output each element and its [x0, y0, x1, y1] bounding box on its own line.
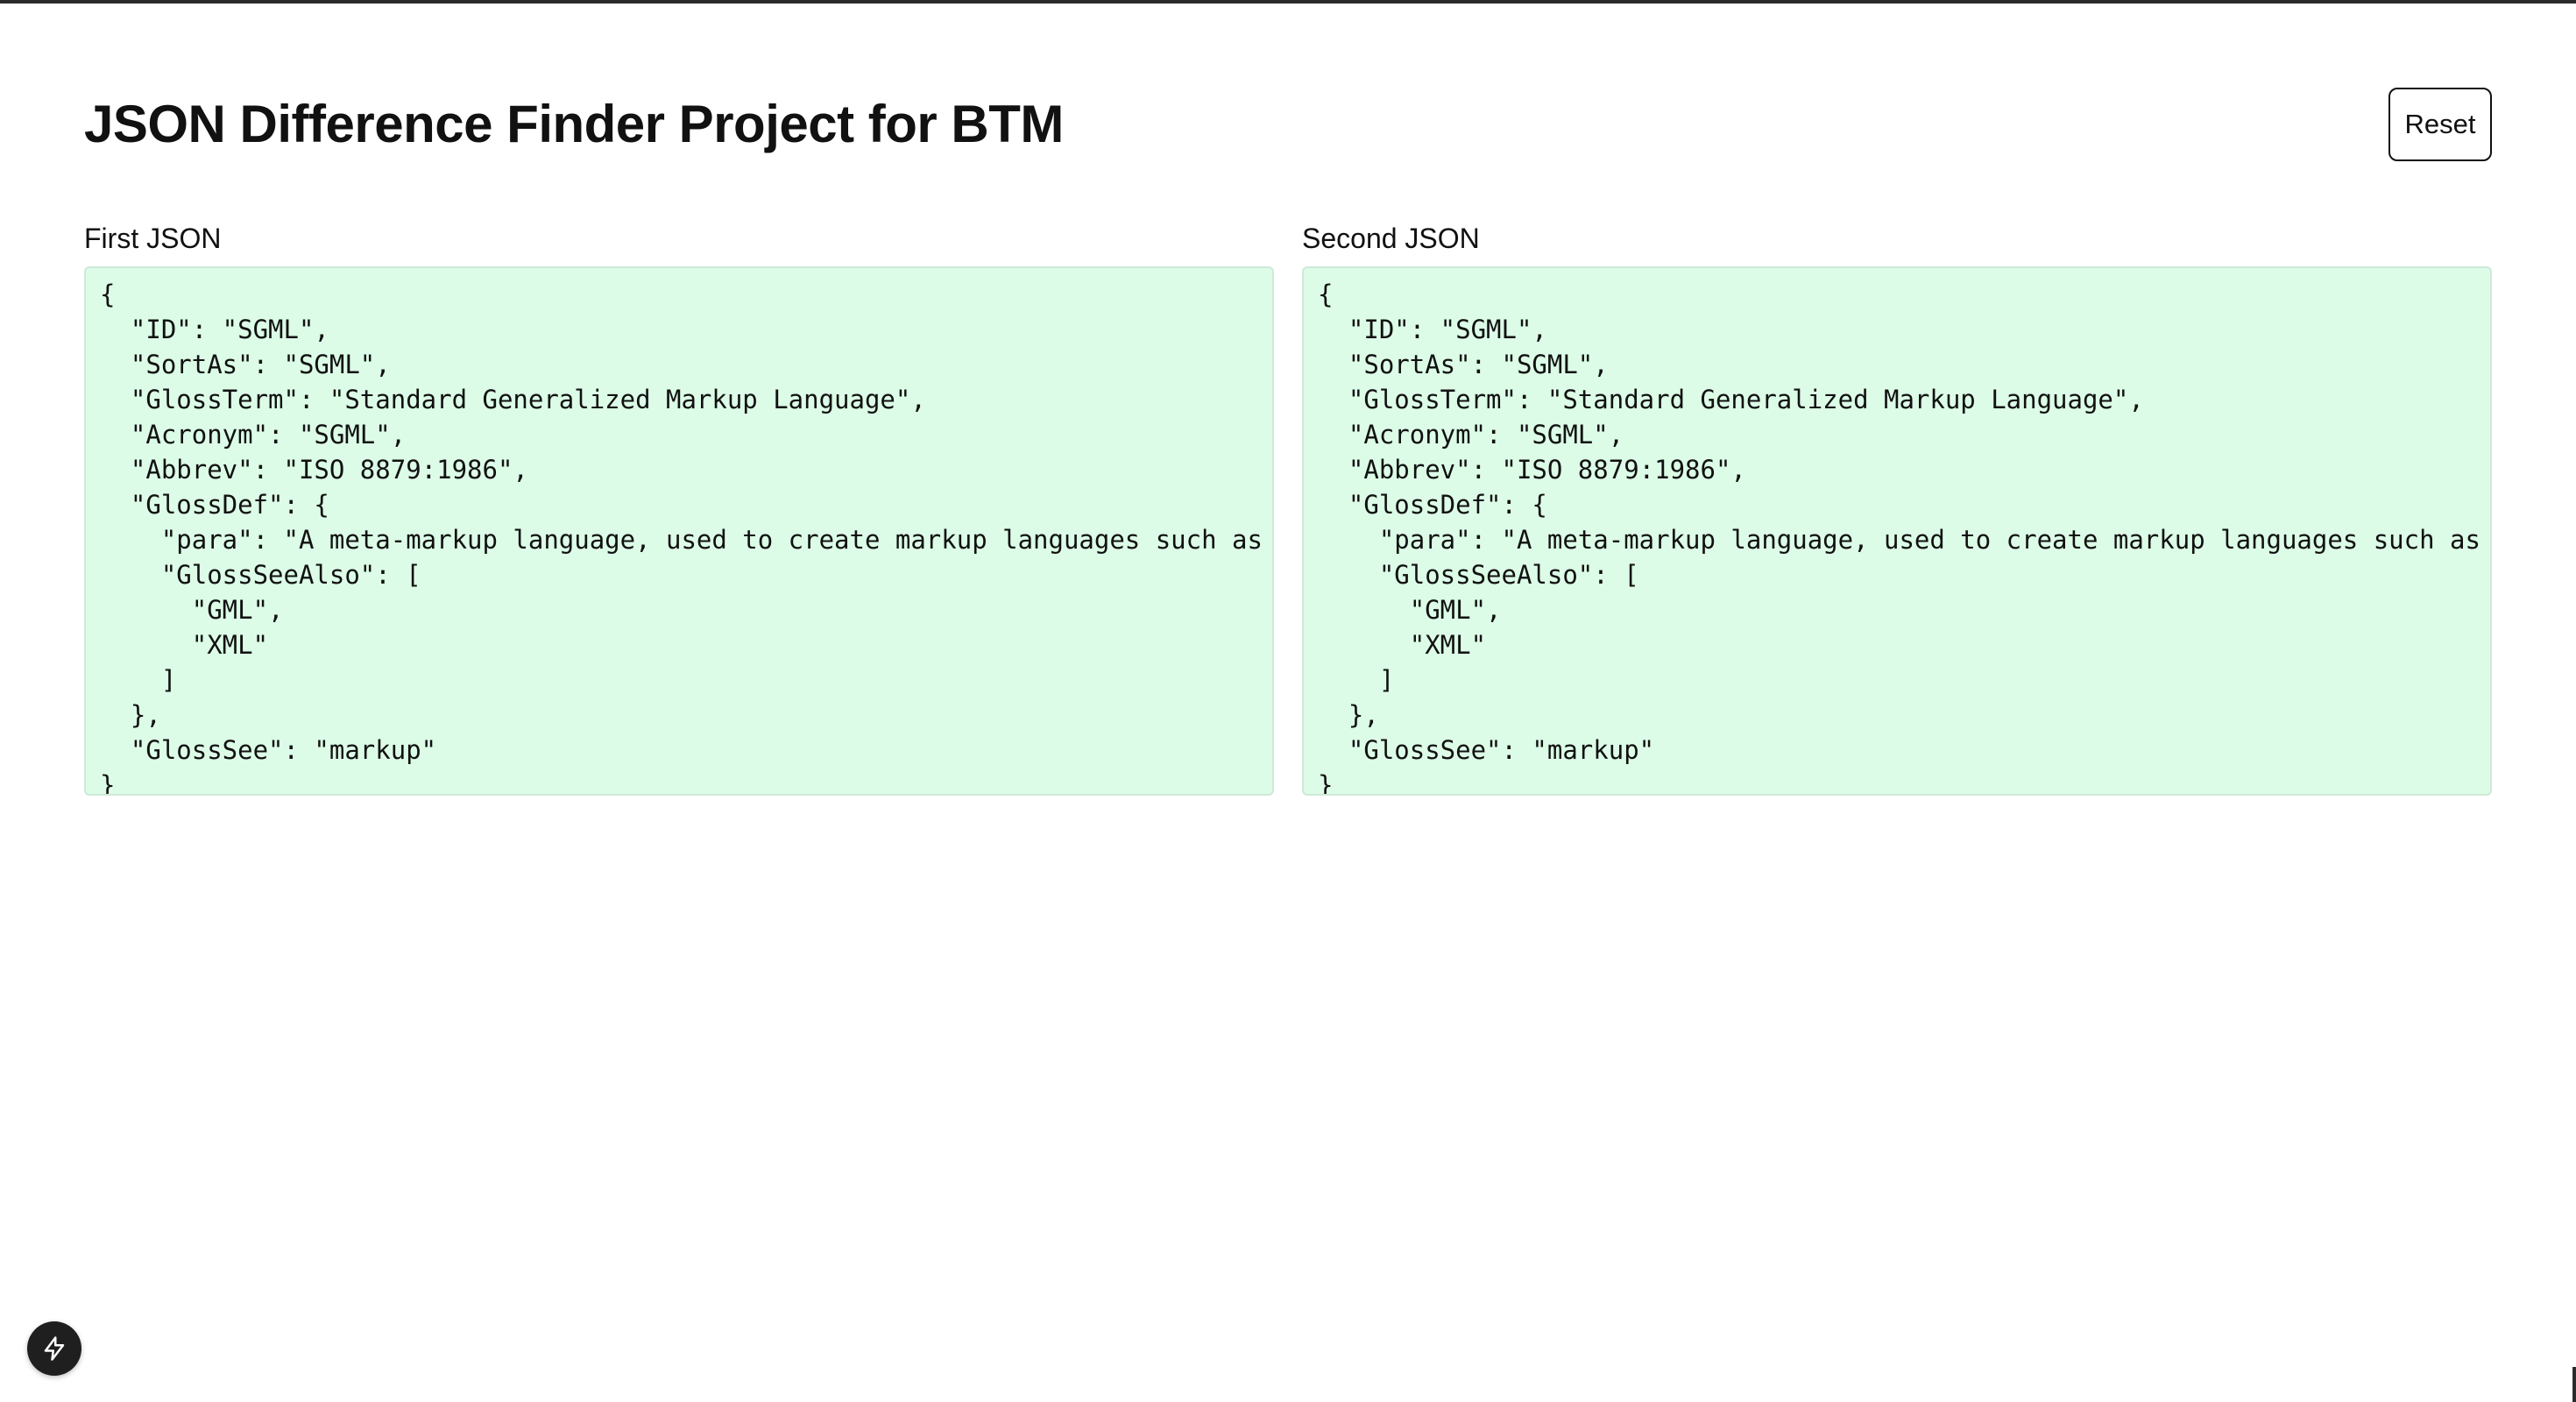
reset-button[interactable]: Reset: [2388, 88, 2492, 161]
json-panels: First JSON { "ID": "SGML", "SortAs": "SG…: [84, 214, 2492, 796]
second-json-content[interactable]: { "ID": "SGML", "SortAs": "SGML", "Gloss…: [1318, 277, 2490, 794]
lightning-bolt-icon: [44, 1336, 65, 1361]
second-json-editor[interactable]: { "ID": "SGML", "SortAs": "SGML", "Gloss…: [1302, 266, 2492, 796]
page-title: JSON Difference Finder Project for BTM: [84, 95, 1064, 153]
page-header: JSON Difference Finder Project for BTM R…: [84, 88, 2492, 161]
second-json-label: Second JSON: [1302, 223, 1480, 254]
window-top-border: [0, 0, 2576, 4]
first-json-panel: First JSON { "ID": "SGML", "SortAs": "SG…: [84, 214, 1274, 796]
floating-action-button[interactable]: [27, 1321, 81, 1376]
window-corner-edge: [2572, 1367, 2576, 1402]
first-json-editor[interactable]: { "ID": "SGML", "SortAs": "SGML", "Gloss…: [84, 266, 1274, 796]
first-json-content[interactable]: { "ID": "SGML", "SortAs": "SGML", "Gloss…: [100, 277, 1272, 794]
first-json-label: First JSON: [84, 223, 222, 254]
second-json-panel: Second JSON { "ID": "SGML", "SortAs": "S…: [1302, 214, 2492, 796]
